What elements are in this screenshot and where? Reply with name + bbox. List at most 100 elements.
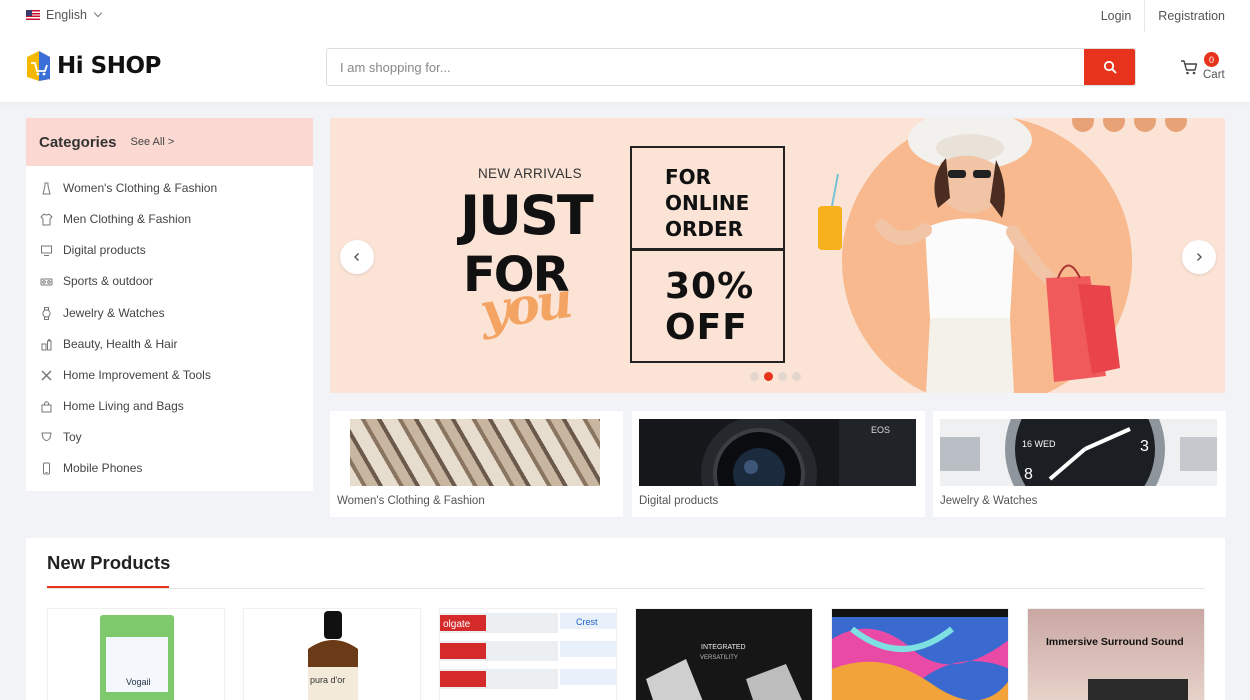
slide-dot[interactable] [792, 372, 801, 381]
new-products-title: New Products [47, 552, 171, 573]
slide-dot[interactable] [778, 372, 787, 381]
monitor-icon [41, 245, 52, 256]
phone-icon [43, 462, 50, 474]
promo-image-coat [330, 419, 600, 486]
registration-link[interactable]: Registration [1145, 0, 1250, 32]
title-underline [47, 586, 169, 588]
product-card[interactable] [831, 608, 1009, 700]
offer-top-text: FOR ONLINE ORDER [665, 165, 750, 241]
promo-tile-womens-clothing[interactable]: Women's Clothing & Fashion [330, 411, 623, 517]
svg-text:Immersive Surround Sound: Immersive Surround Sound [1046, 636, 1184, 648]
search-input[interactable] [327, 49, 1084, 85]
new-products-section: New Products Vogail pura d'or olgate Cre… [26, 538, 1225, 700]
tools-icon [41, 369, 52, 381]
product-image: Immersive Surround Sound [1028, 609, 1204, 700]
svg-text:16 WED: 16 WED [1022, 439, 1056, 449]
categories-header: Categories See All > [26, 118, 313, 166]
slide-dot-active[interactable] [764, 372, 773, 381]
banner-prev-button[interactable] [340, 240, 374, 274]
cart-icon [1181, 60, 1198, 75]
category-label: Home Improvement & Tools [63, 368, 211, 382]
category-item-beauty-health-hair[interactable]: Beauty, Health & Hair [40, 334, 178, 354]
svg-text:8: 8 [1024, 466, 1033, 483]
product-card[interactable]: INTEGRATED VERSATILITY [635, 608, 813, 700]
promo-label: Jewelry & Watches [940, 495, 1038, 507]
language-label: English [46, 8, 87, 22]
category-item-toy[interactable]: Toy [40, 427, 82, 447]
cart-label: Cart [1203, 69, 1225, 81]
banner-model-image [818, 118, 1120, 393]
section-divider [47, 588, 1205, 589]
search-button[interactable] [1084, 49, 1135, 85]
slide-dot[interactable] [750, 372, 759, 381]
social-icon [1165, 118, 1187, 132]
search-bar [326, 48, 1136, 86]
account-links: Login Registration [1088, 0, 1250, 32]
toy-icon [41, 432, 52, 441]
chevron-left-icon [354, 253, 359, 261]
see-all-link[interactable]: See All > [131, 136, 175, 148]
category-item-sports-outdoor[interactable]: Sports & outdoor [40, 271, 153, 291]
chevron-right-icon [1197, 253, 1202, 261]
categories-title: Categories [39, 133, 117, 151]
offer-discount-text: 30% OFF [665, 266, 755, 348]
logo[interactable]: Hi SHOP [25, 49, 161, 82]
banner-pagination [750, 372, 801, 381]
language-selector[interactable]: English [26, 8, 103, 22]
category-item-womens-clothing[interactable]: Women's Clothing & Fashion [40, 178, 217, 198]
logo-text: Hi SHOP [57, 52, 161, 79]
svg-text:EOS: EOS [871, 425, 890, 435]
banner-offer-box: FOR ONLINE ORDER 30% OFF [630, 146, 785, 363]
category-label: Digital products [63, 243, 146, 257]
category-label: Toy [63, 430, 82, 444]
category-item-home-improvement-tools[interactable]: Home Improvement & Tools [40, 365, 211, 385]
login-link[interactable]: Login [1088, 0, 1145, 32]
camera-illustration: EOS [639, 419, 916, 486]
product-card[interactable]: pura d'or [243, 608, 421, 700]
promo-label: Women's Clothing & Fashion [337, 495, 485, 507]
watch-icon [42, 306, 51, 320]
product-image: Vogail [48, 609, 224, 700]
cart-button[interactable]: 0 Cart [1180, 52, 1230, 84]
chevron-down-icon [93, 8, 103, 18]
category-item-mobile-phones[interactable]: Mobile Phones [40, 458, 142, 478]
product-image: INTEGRATED VERSATILITY [636, 609, 812, 700]
watch-illustration: 16 WED 3 8 [940, 419, 1217, 486]
product-image: olgate Crest [440, 609, 616, 700]
promo-label: Digital products [639, 495, 719, 507]
sports-icon [40, 278, 53, 285]
dress-icon [42, 182, 51, 194]
bag-icon [41, 400, 52, 412]
category-item-mens-clothing[interactable]: Men Clothing & Fashion [40, 209, 191, 229]
header: Hi SHOP 0 Cart [0, 32, 1250, 102]
us-flag-icon [26, 10, 40, 20]
banner-new-arrivals: NEW ARRIVALS [478, 166, 582, 181]
svg-text:INTEGRATED: INTEGRATED [701, 644, 746, 651]
cart-count-badge: 0 [1204, 52, 1219, 67]
shirt-icon [40, 212, 53, 225]
product-image: pura d'or [244, 609, 420, 700]
shop-logo-icon [27, 51, 50, 81]
svg-text:olgate: olgate [443, 619, 471, 630]
product-card[interactable]: Vogail [47, 608, 225, 700]
category-label: Home Living and Bags [63, 399, 184, 413]
svg-text:pura d'or: pura d'or [310, 675, 345, 685]
category-label: Beauty, Health & Hair [63, 337, 178, 351]
product-image [832, 609, 1008, 700]
hero-banner[interactable]: NEW ARRIVALS JUST FOR you FOR ONLINE ORD… [330, 118, 1225, 393]
top-bar: English Login Registration [0, 0, 1250, 32]
category-label: Sports & outdoor [63, 274, 154, 288]
category-label: Mobile Phones [63, 461, 143, 475]
category-item-jewelry-watches[interactable]: Jewelry & Watches [40, 303, 165, 323]
promo-image-watch: 16 WED 3 8 [940, 419, 1217, 486]
product-card[interactable]: olgate Crest [439, 608, 617, 700]
search-icon [1103, 60, 1116, 74]
category-item-home-living-bags[interactable]: Home Living and Bags [40, 396, 184, 416]
category-item-digital-products[interactable]: Digital products [40, 240, 146, 260]
promo-tile-digital-products[interactable]: EOS Digital products [632, 411, 925, 517]
product-card[interactable]: Immersive Surround Sound [1027, 608, 1205, 700]
promo-image-camera: EOS [639, 419, 916, 486]
promo-tile-jewelry-watches[interactable]: 16 WED 3 8 Jewelry & Watches [933, 411, 1226, 517]
banner-next-button[interactable] [1182, 240, 1216, 274]
categories-panel: Categories See All > Women's Clothing & … [26, 118, 313, 491]
